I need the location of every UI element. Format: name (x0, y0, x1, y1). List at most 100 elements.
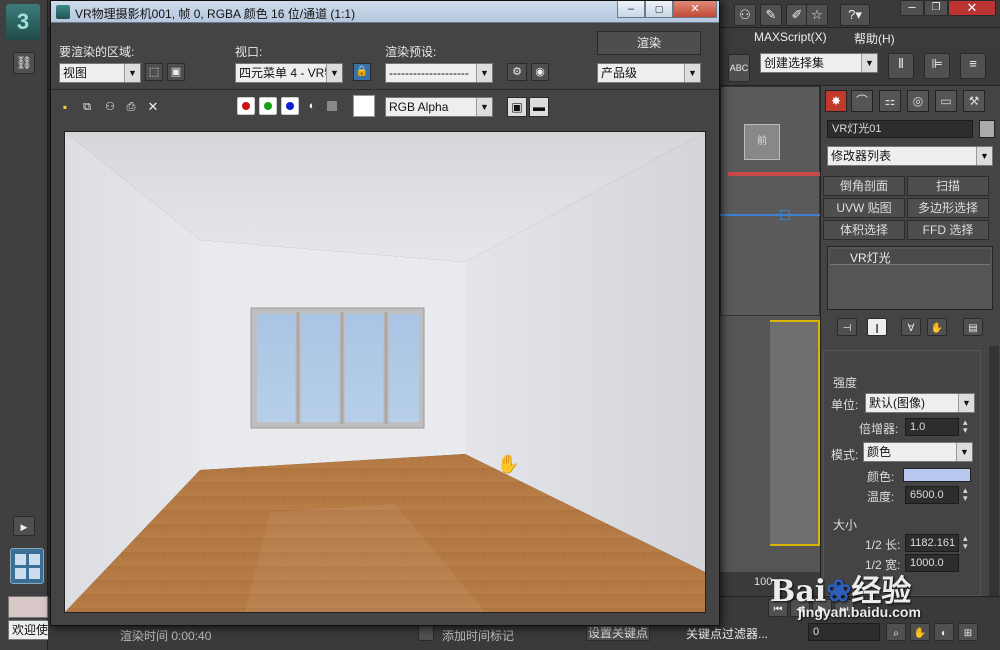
viewport-layout-icon[interactable] (10, 548, 44, 584)
pin-icon[interactable]: ✐ (786, 4, 808, 26)
maximize-icon[interactable]: ▢ (645, 1, 673, 18)
light-color-swatch[interactable] (903, 468, 971, 482)
render-preset-dropdown[interactable]: -------------------- ▼ (385, 63, 493, 83)
viewport-dropdown[interactable]: 四元菜单 4 - VR物理摄影机001 ▼ (235, 63, 343, 83)
stack-item-vrlight[interactable]: VR灯光 (830, 249, 990, 265)
pan-hand-icon[interactable]: ✋ (910, 623, 930, 641)
units-label: 单位: (831, 398, 859, 412)
modifier-button-uvw-map[interactable]: UVW 贴图 (823, 198, 905, 218)
help-icon[interactable]: ?▾ (840, 4, 870, 26)
half-length-input[interactable]: 1182.161 (905, 534, 959, 552)
half-length-spinner-icon[interactable]: ▴ ▾ (963, 534, 968, 551)
viewport-area[interactable]: 前 100 (720, 86, 820, 596)
add-time-tag[interactable]: 添加时间标记 (442, 627, 514, 644)
remove-modifier-icon[interactable]: ✋ (927, 318, 947, 336)
background-color-swatch[interactable] (353, 95, 375, 117)
maxscript-listener[interactable] (8, 596, 48, 618)
display-tab-icon[interactable]: ▭ (935, 90, 957, 112)
link-icon[interactable]: ⛓ (13, 52, 35, 74)
hierarchy-tab-icon[interactable]: ⚏ (879, 90, 901, 112)
mode-value: 颜色 (867, 445, 892, 459)
text-abc-icon[interactable]: ABC (728, 54, 750, 82)
minimize-icon[interactable]: – (900, 0, 924, 16)
object-name-field[interactable]: VR灯光01 (827, 120, 973, 138)
render-window-app-icon (56, 5, 70, 19)
modifier-stack[interactable]: VR灯光 (827, 246, 993, 310)
minimize-icon[interactable]: – (617, 1, 645, 18)
named-selection-dropdown[interactable]: 创建选择集 ▼ (760, 53, 878, 73)
pin-stack-icon[interactable]: ⊣ (837, 318, 857, 336)
play-icon[interactable]: ▶ (13, 516, 35, 536)
wrench-icon[interactable]: ✎ (760, 4, 782, 26)
render-button[interactable]: 渲染 (597, 31, 701, 55)
key-filters-link[interactable]: 关键点过滤器... (686, 625, 768, 642)
modify-tab-icon[interactable]: ⌒ (851, 90, 873, 112)
motion-tab-icon[interactable]: ◎ (907, 90, 929, 112)
temperature-input[interactable]: 6500.0 (905, 486, 959, 504)
save-image-icon[interactable]: ▪ (57, 99, 73, 115)
current-frame-input[interactable]: 0 (808, 623, 880, 641)
create-tab-icon[interactable]: ✸ (825, 90, 847, 112)
green-channel-toggle[interactable] (259, 97, 277, 115)
configure-sets-icon[interactable]: ▤ (963, 318, 983, 336)
blue-channel-toggle[interactable] (281, 97, 299, 115)
display-channel-dropdown[interactable]: RGB Alpha ▼ (385, 97, 493, 117)
toggle-ui-overlay-icon[interactable]: ▣ (507, 97, 527, 117)
render-window-titlebar[interactable]: VR物理摄影机001, 帧 0, RGBA 颜色 16 位/通道 (1:1) –… (51, 1, 719, 23)
environment-icon[interactable]: ◉ (531, 63, 549, 81)
render-preset-label: 渲染预设: (385, 45, 437, 59)
panel-scrollbar[interactable] (989, 346, 999, 596)
star-icon[interactable]: ☆ (806, 4, 828, 26)
viewcube-icon[interactable]: 前 (744, 124, 780, 160)
close-icon[interactable]: ✕ (673, 1, 717, 18)
toggle-ui-icon[interactable]: ▬ (529, 97, 549, 117)
modifier-button-ffd-select[interactable]: FFD 选择 (907, 220, 989, 240)
app-close-icon[interactable]: ✕ (948, 0, 996, 16)
copy-image-icon[interactable]: ⧉ (79, 99, 95, 115)
alpha-channel-icon[interactable]: ◐ (305, 99, 319, 113)
modifier-list-dropdown[interactable]: 修改器列表 ▼ (827, 146, 993, 166)
auto-region-icon[interactable]: ▣ (167, 63, 185, 81)
units-dropdown[interactable]: 默认(图像) ▼ (865, 393, 975, 413)
clone-window-icon[interactable]: ⚇ (101, 99, 119, 115)
align-icon[interactable]: ⊫ (924, 53, 950, 79)
layers-icon[interactable]: ≡ (960, 53, 986, 79)
mirror-icon[interactable]: ⫴ (888, 53, 914, 79)
multiplier-input[interactable]: 1.0 (905, 418, 959, 436)
restore-icon[interactable]: ❐ (924, 0, 948, 16)
multiplier-spinner-icon[interactable]: ▴ ▾ (963, 418, 968, 435)
render-time-status: 渲染时间 0:00:40 (120, 629, 212, 643)
edit-region-icon[interactable]: ⬚ (145, 63, 163, 81)
time-tag-icon[interactable] (418, 625, 434, 641)
unique-icon[interactable]: ∀ (901, 318, 921, 336)
mode-dropdown[interactable]: 颜色 ▼ (863, 442, 973, 462)
orbit-icon[interactable]: ◐ (934, 623, 954, 641)
menu-help[interactable]: 帮助(H) (854, 30, 895, 47)
chevron-down-icon: ▼ (124, 64, 140, 82)
area-to-render-dropdown[interactable]: 视图 ▼ (59, 63, 141, 83)
modifier-button-vol-select[interactable]: 体积选择 (823, 220, 905, 240)
binoculars-icon[interactable]: ⚇ (734, 4, 756, 26)
half-width-input[interactable]: 1000.0 (905, 554, 959, 572)
clear-image-icon[interactable]: ✕ (145, 99, 161, 115)
render-setup-icon[interactable]: ⚙ (507, 63, 527, 81)
object-color-swatch[interactable] (979, 120, 995, 138)
monochrome-icon[interactable] (327, 101, 337, 111)
utilities-tab-icon[interactable]: ⚒ (963, 90, 985, 112)
modifier-button-sweep[interactable]: 扫描 (907, 176, 989, 196)
chevron-down-icon: ▼ (326, 64, 342, 82)
temperature-spinner-icon[interactable]: ▴ ▾ (963, 486, 968, 503)
show-end-result-icon[interactable]: I (867, 318, 887, 336)
maximize-viewport-icon[interactable]: ⊞ (958, 623, 978, 641)
lock-viewport-icon[interactable]: 🔒 (353, 63, 371, 81)
modifier-button-bevel-profile[interactable]: 倒角剖面 (823, 176, 905, 196)
zoom-icon[interactable]: ⌕ (886, 623, 906, 641)
app-logo-icon[interactable]: 3 (6, 4, 40, 40)
print-image-icon[interactable]: ⎙ (123, 99, 139, 115)
red-channel-toggle[interactable] (237, 97, 255, 115)
chevron-down-icon: ▼ (476, 98, 492, 116)
quality-dropdown[interactable]: 产品级 ▼ (597, 63, 701, 83)
rendered-image[interactable]: ✋ (64, 131, 706, 613)
modifier-button-poly-select[interactable]: 多边形选择 (907, 198, 989, 218)
menu-maxscript[interactable]: MAXScript(X) (754, 30, 827, 44)
